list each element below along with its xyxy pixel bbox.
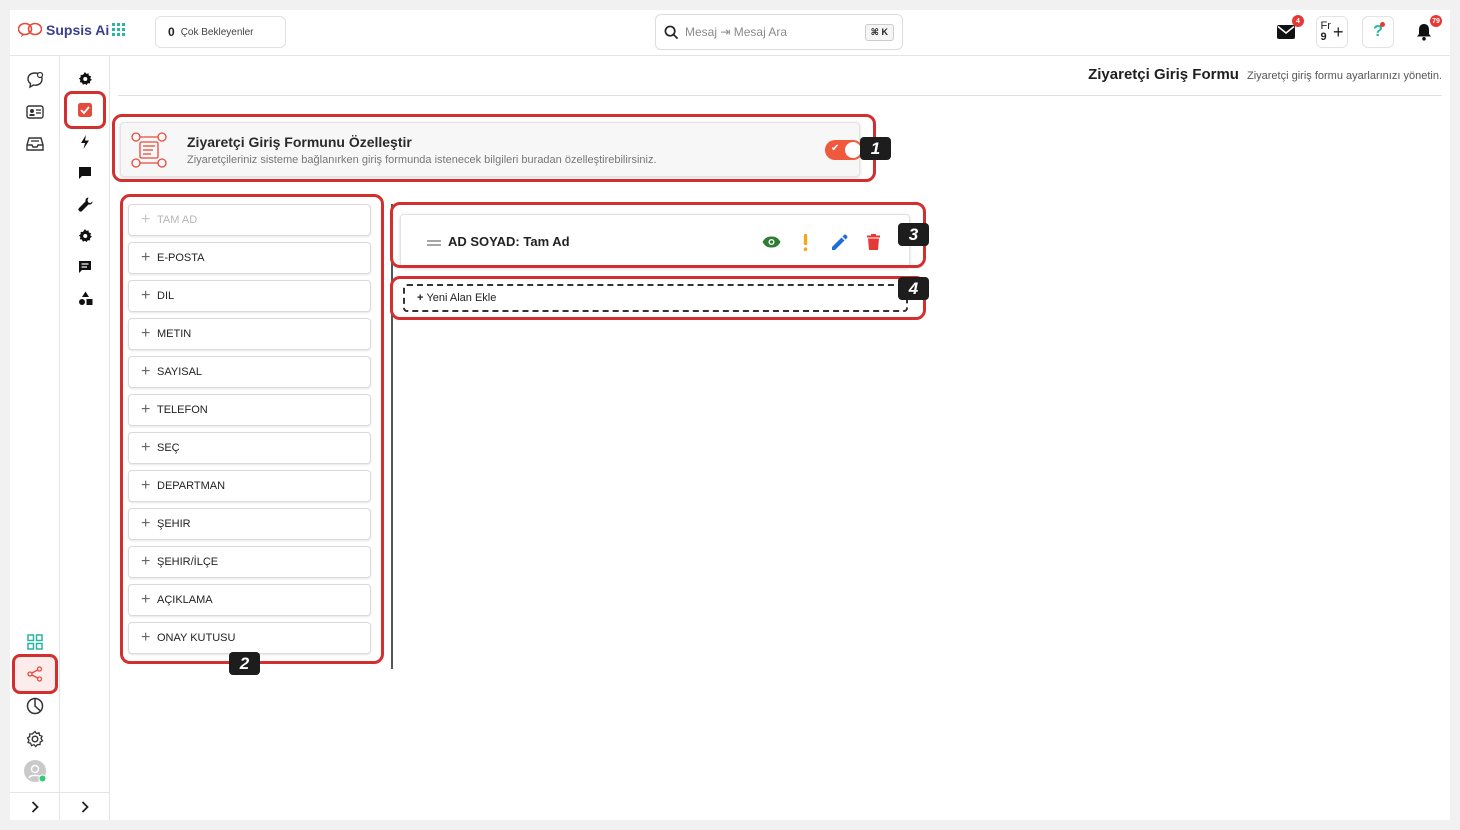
search-placeholder: Mesaj ⇥ Mesaj Ara bbox=[685, 25, 788, 39]
fr-count: 9 bbox=[1320, 31, 1327, 43]
search-shortcut-key: ⌘ K bbox=[864, 23, 894, 41]
search-icon bbox=[664, 25, 679, 39]
user-avatar[interactable] bbox=[24, 760, 46, 782]
callout-box-2 bbox=[120, 194, 384, 664]
comment-lines-icon[interactable] bbox=[75, 257, 95, 277]
panel-divider bbox=[391, 204, 393, 669]
secondary-sidebar bbox=[60, 56, 110, 820]
chevron-right-icon bbox=[31, 800, 39, 813]
help-button[interactable]: ? bbox=[1362, 16, 1394, 48]
fr-label: Fr 9 bbox=[1321, 21, 1331, 43]
share-nodes-icon[interactable] bbox=[25, 664, 45, 684]
shapes-icon[interactable] bbox=[75, 288, 95, 308]
callout-number-4: 4 bbox=[898, 277, 929, 300]
page-header: Ziyaretçi Giriş Formu Ziyaretçi giriş fo… bbox=[1088, 66, 1442, 83]
callout-number-2: 2 bbox=[229, 652, 260, 675]
top-right-actions: 4 Fr 9 + ? 79 bbox=[1270, 15, 1442, 48]
dashboard-grid-icon[interactable] bbox=[25, 632, 45, 652]
callout-number-1: 1 bbox=[860, 137, 891, 160]
brand-name: Supsis Ai bbox=[46, 22, 110, 38]
contact-card-icon[interactable] bbox=[25, 102, 45, 122]
search-input[interactable]: Mesaj ⇥ Mesaj Ara ⌘ K bbox=[655, 14, 903, 50]
friend-add-button[interactable]: Fr 9 + bbox=[1316, 16, 1348, 48]
gear-icon[interactable] bbox=[75, 69, 95, 89]
callout-box-1 bbox=[112, 114, 876, 182]
reports-pie-icon[interactable] bbox=[25, 696, 45, 716]
pending-label: Çok Bekleyenler bbox=[180, 26, 254, 38]
wrench-icon[interactable] bbox=[75, 194, 95, 214]
settings-cog-icon[interactable] bbox=[75, 226, 95, 246]
lightning-icon[interactable] bbox=[75, 132, 95, 152]
chevron-right-icon bbox=[81, 800, 89, 813]
inbox-tray-icon[interactable] bbox=[25, 134, 45, 154]
bell-icon bbox=[1417, 24, 1431, 41]
settings-gear-icon[interactable] bbox=[25, 729, 45, 749]
top-bar: Supsis Ai 0 Çok Bekleyenler Mesaj ⇥ Mesa… bbox=[10, 10, 1450, 56]
header-divider bbox=[118, 95, 1442, 96]
apps-grid-icon[interactable] bbox=[112, 23, 126, 37]
pending-count: 0 bbox=[168, 25, 175, 39]
notification-badge: 79 bbox=[1430, 15, 1442, 27]
brand-logo-icon bbox=[18, 22, 42, 37]
page-title: Ziyaretçi Giriş Formu bbox=[1088, 66, 1239, 83]
message-square-icon[interactable] bbox=[75, 163, 95, 183]
mail-button[interactable]: 4 bbox=[1270, 15, 1304, 48]
submenu-expand-button[interactable] bbox=[60, 792, 109, 820]
rail-expand-button[interactable] bbox=[10, 792, 59, 820]
primary-sidebar bbox=[10, 56, 60, 820]
mail-icon bbox=[1277, 25, 1295, 39]
callout-box-3 bbox=[390, 202, 926, 268]
plus-icon: + bbox=[1332, 22, 1344, 42]
app-window: Supsis Ai 0 Çok Bekleyenler Mesaj ⇥ Mesa… bbox=[10, 10, 1450, 820]
pending-waiting-button[interactable]: 0 Çok Bekleyenler bbox=[155, 16, 286, 48]
page-subtitle: Ziyaretçi giriş formu ayarlarınızı yönet… bbox=[1246, 70, 1442, 82]
main-content: Ziyaretçi Giriş Formu Ziyaretçi giriş fo… bbox=[110, 56, 1450, 820]
callout-number-3: 3 bbox=[898, 223, 929, 246]
notification-button[interactable]: 79 bbox=[1408, 15, 1442, 48]
mail-badge: 4 bbox=[1292, 15, 1304, 27]
brand[interactable]: Supsis Ai bbox=[18, 22, 109, 38]
help-dot bbox=[1380, 22, 1385, 27]
chat-bubble-icon[interactable] bbox=[25, 70, 45, 90]
callout-box-4 bbox=[390, 276, 926, 320]
checkbox-form-icon[interactable] bbox=[75, 100, 95, 120]
